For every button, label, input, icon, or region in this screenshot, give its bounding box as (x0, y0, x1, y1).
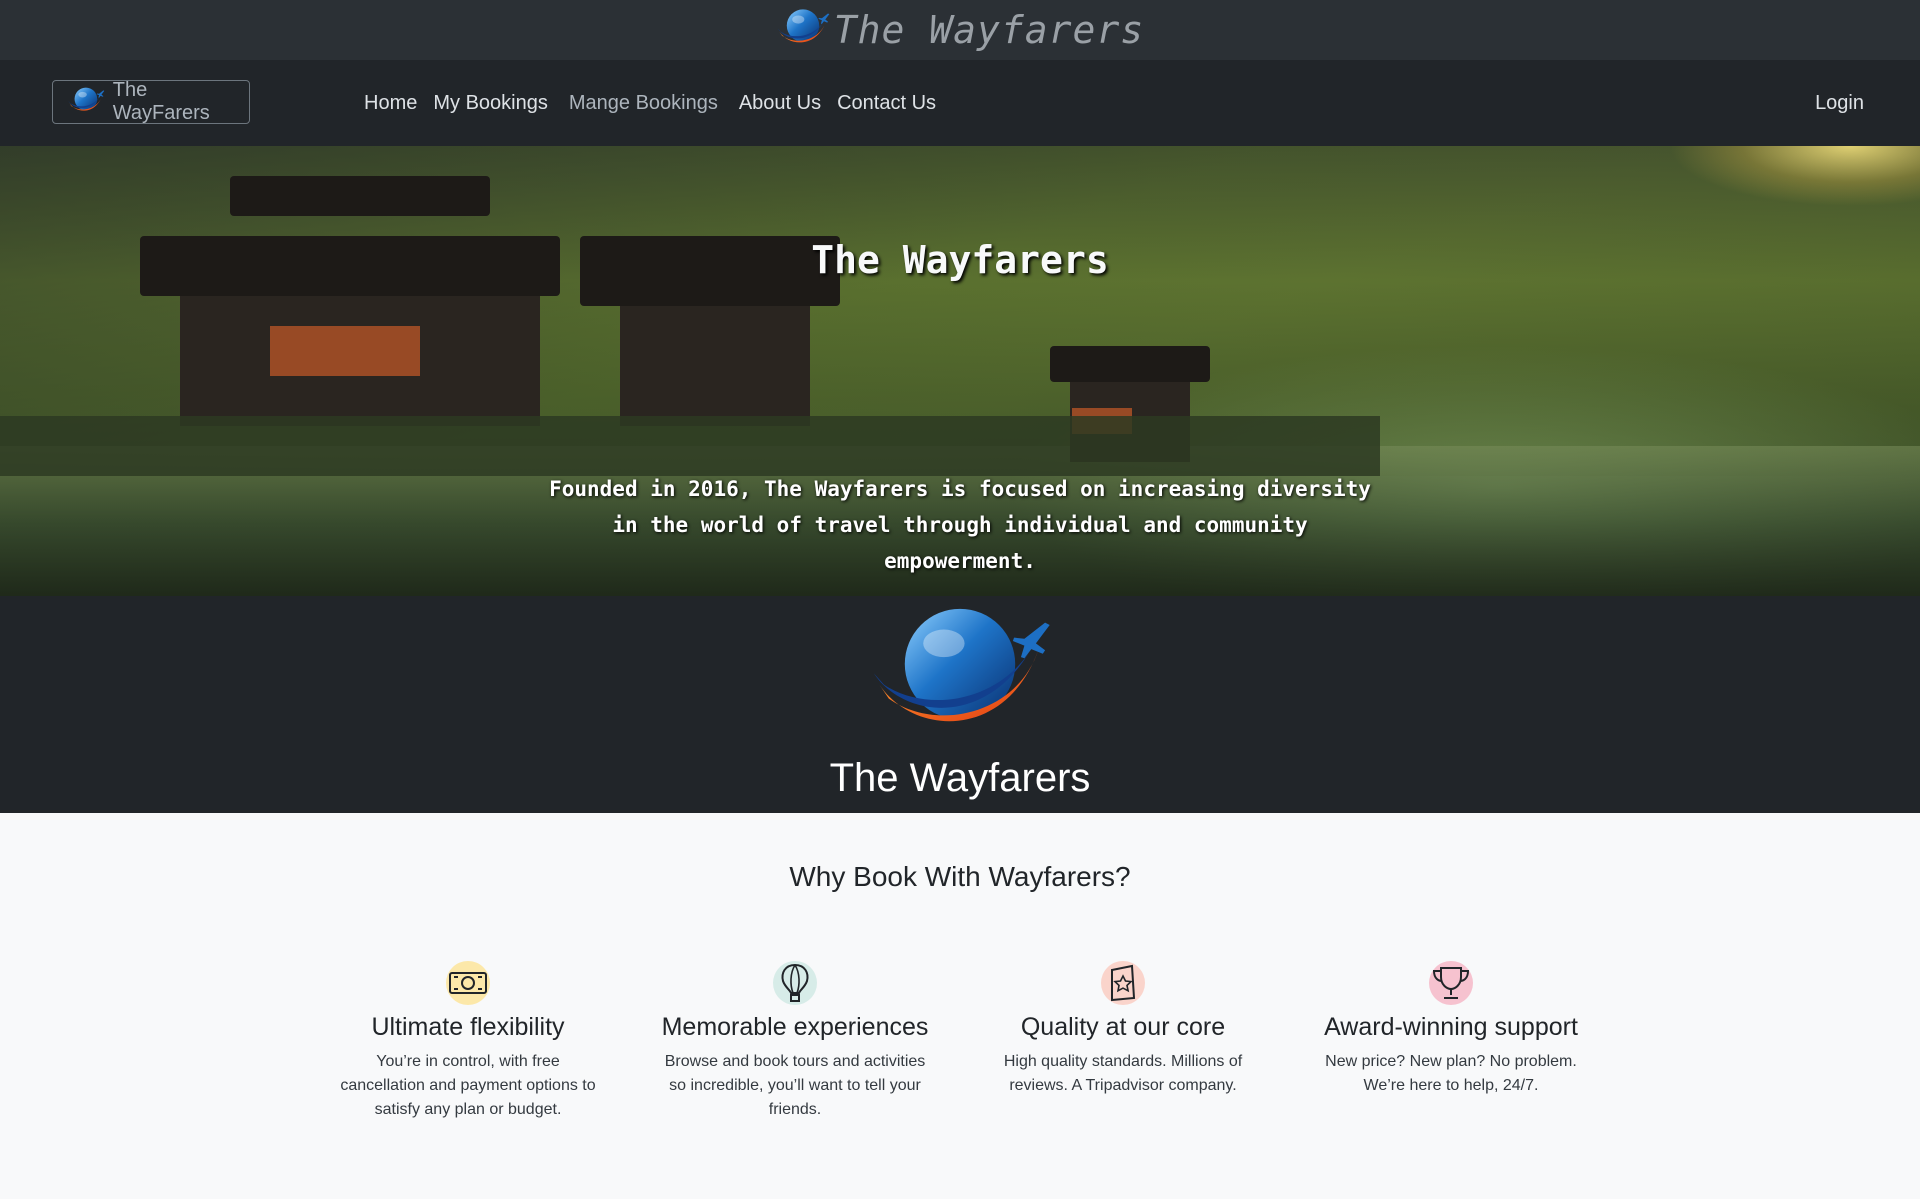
why-book-section: Why Book With Wayfarers? Ultimate flexib… (0, 813, 1920, 1199)
feature-title: Quality at our core (1020, 1013, 1226, 1041)
globe-plane-logo (868, 604, 1052, 754)
temple-roof (1050, 346, 1210, 382)
feature-title: Ultimate flexibility (371, 1013, 565, 1041)
globe-plane-icon (776, 7, 830, 53)
nav-link-about-us[interactable]: About Us (739, 92, 821, 115)
island-shore (0, 416, 1380, 476)
nav-link-my-bookings[interactable]: My Bookings (433, 92, 548, 115)
hero-tagline: Founded in 2016, The Wayfarers is focuse… (549, 477, 1371, 573)
hero-banner: The Wayfarers Founded in 2016, The Wayfa… (0, 146, 1920, 596)
feature-description: Browse and book tours and activities so … (664, 1053, 926, 1118)
feature-card: Memorable experiences Browse and book to… (645, 961, 945, 1122)
section-title: Why Book With Wayfarers? (789, 861, 1131, 892)
nav-link-home[interactable]: Home (364, 92, 417, 115)
login-link[interactable]: Login (1815, 60, 1864, 146)
navbar: The WayFarers Home My Bookings Mange Boo… (0, 60, 1920, 146)
trophy-icon (1429, 961, 1473, 1005)
feature-title: Memorable experiences (661, 1013, 929, 1041)
nav-link-contact-us[interactable]: Contact Us (837, 92, 936, 115)
nav-links: Home My Bookings Mange Bookings About Us… (364, 60, 952, 146)
top-header: The Wayfarers (0, 0, 1920, 60)
feature-description: New price? New plan? No problem. We’re h… (1325, 1053, 1577, 1094)
temple-building (620, 306, 810, 426)
temple-lights (270, 326, 420, 376)
globe-plane-icon (67, 86, 105, 118)
feature-title: Award-winning support (1324, 1013, 1578, 1041)
feature-description: You’re in control, with free cancellatio… (340, 1053, 596, 1118)
nav-link-manage-bookings[interactable]: Mange Bookings (569, 92, 718, 115)
feature-description: High quality standards. Millions of revi… (1003, 1053, 1243, 1094)
logo-band-title: The Wayfarers (829, 756, 1091, 800)
logo-band: The Wayfarers (0, 596, 1920, 813)
feature-card: Quality at our core High quality standar… (973, 961, 1273, 1098)
hot-air-balloon-icon (773, 961, 817, 1005)
navbar-brand[interactable]: The WayFarers (52, 79, 250, 124)
feature-card: Ultimate flexibility You’re in control, … (318, 961, 618, 1122)
feature-card: Award-winning support New price? New pla… (1301, 961, 1601, 1098)
temple-roof (230, 176, 490, 216)
badge-star-icon (1101, 961, 1145, 1005)
navbar-brand-label: The WayFarers (112, 79, 210, 124)
site-title: The Wayfarers (833, 8, 1145, 52)
money-icon (446, 961, 490, 1005)
hero-title: The Wayfarers (811, 238, 1109, 282)
